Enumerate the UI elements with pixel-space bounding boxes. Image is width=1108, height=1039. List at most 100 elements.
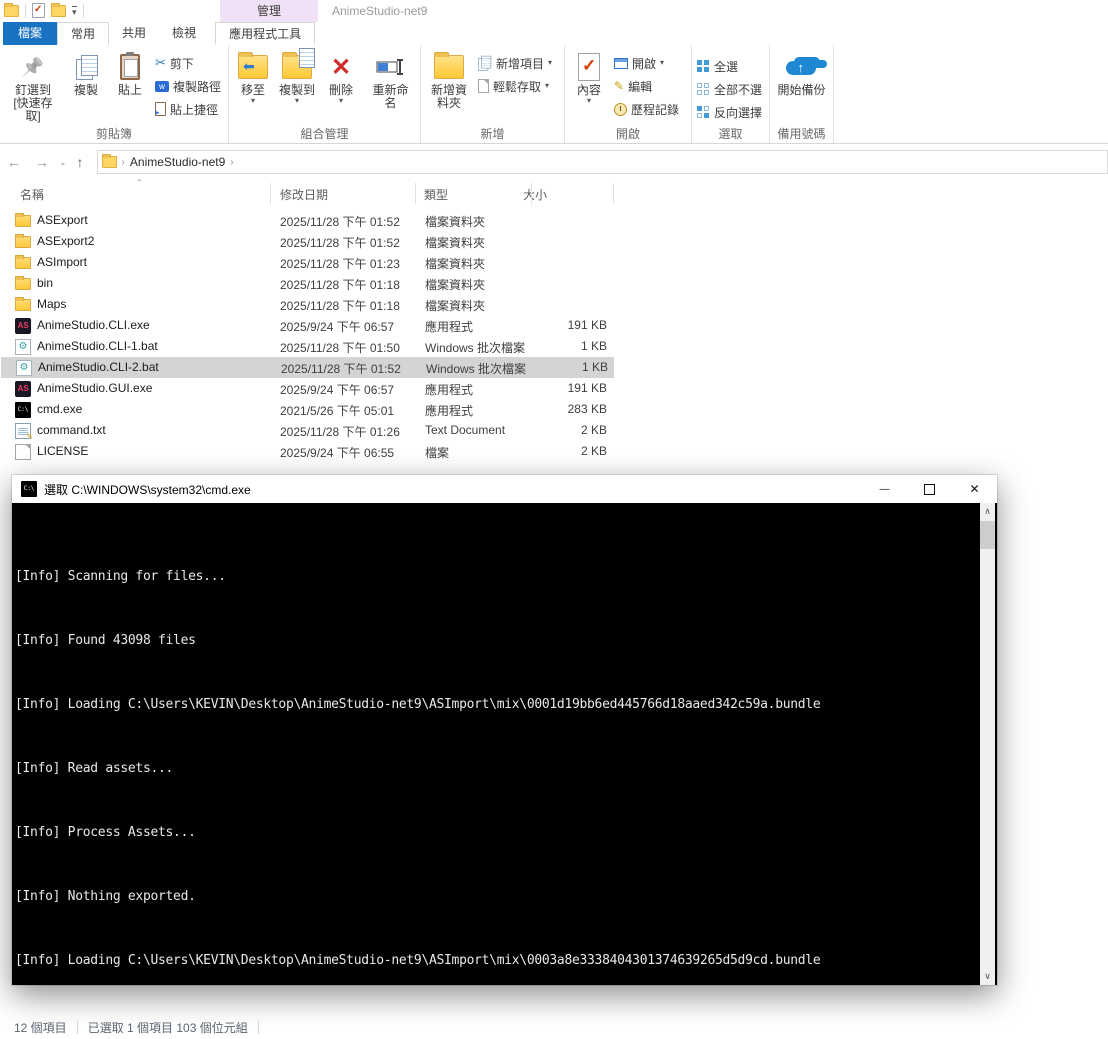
history-button[interactable]: 歷程記錄 [611,99,682,119]
rename-button[interactable]: 重新命名 [363,47,418,113]
window-title: AnimeStudio-net9 [332,4,428,18]
open-button[interactable]: 開啟 [611,53,682,73]
scrollbar-thumb[interactable] [980,521,995,549]
table-row[interactable]: Maps 2025/11/28 下午 01:18 檔案資料夾 [0,294,660,315]
column-header-name[interactable]: 名稱 [20,186,44,203]
select-all-button[interactable]: 全選 [694,56,765,76]
file-name[interactable]: ASExport [37,213,88,227]
tab-share[interactable]: 共用 [109,22,159,45]
recent-locations-chevron-icon[interactable]: ⌄ [56,157,70,168]
properties-icon[interactable] [32,3,45,18]
cut-button[interactable]: 剪下 [152,53,224,73]
column-header-size[interactable]: 大小 [523,186,547,203]
table-row[interactable]: ASImport 2025/11/28 下午 01:23 檔案資料夾 [0,252,660,273]
scroll-down-icon[interactable] [980,968,995,985]
file-icon [15,339,31,355]
edit-pencil-icon [614,79,624,93]
table-row[interactable]: ASExport2 2025/11/28 下午 01:52 檔案資料夾 [0,231,660,252]
table-row[interactable]: LICENSE 2025/9/24 下午 06:55 檔案 2 KB [0,441,660,462]
up-button[interactable]: ↑ [70,154,91,170]
quick-access-toolbar [4,2,84,18]
file-name[interactable]: AnimeStudio.CLI-2.bat [38,360,159,374]
column-divider[interactable] [531,183,532,204]
invert-selection-button[interactable]: 反向選擇 [694,102,765,122]
column-divider[interactable] [270,183,271,204]
file-size: 2 KB [580,423,607,437]
file-name[interactable]: ASExport2 [37,234,94,248]
delete-button[interactable]: 刪除 [319,47,363,108]
back-button[interactable]: ← [0,154,28,170]
table-row[interactable]: bin 2025/11/28 下午 01:18 檔案資料夾 [0,273,660,294]
file-name[interactable]: command.txt [37,423,106,437]
file-name[interactable]: cmd.exe [37,402,82,416]
paste-shortcut-button[interactable]: 貼上捷徑 [152,99,224,119]
file-date: 2025/11/28 下午 01:18 [280,299,400,313]
tab-file[interactable]: 檔案 [3,22,58,45]
paste-icon [120,52,140,80]
file-name[interactable]: AnimeStudio.GUI.exe [37,381,152,395]
move-to-button[interactable]: 移至 [231,47,275,108]
new-folder-icon[interactable] [51,2,66,17]
folder-icon[interactable] [4,2,19,17]
breadcrumb[interactable]: AnimeStudio-net9 [130,155,225,169]
table-row[interactable]: AnimeStudio.CLI-2.bat 2025/11/28 下午 01:5… [1,357,614,378]
select-none-button[interactable]: 全部不選 [694,79,765,99]
console-line: [Info] Process Assets... [15,825,196,840]
new-folder-button[interactable]: 新增資料夾 [423,47,475,113]
copy-path-button[interactable]: 複製路徑 [152,76,224,96]
status-bar: 12 個項目 已選取 1 個項目 103 個位元組 [0,1015,1108,1039]
file-type: 檔案資料夾 [425,257,486,271]
start-backup-button[interactable]: 開始備份 [773,47,829,100]
column-divider[interactable] [613,183,614,204]
edit-button[interactable]: 編輯 [611,76,682,96]
minimize-button[interactable] [862,475,907,503]
sort-ascending-icon [136,178,143,187]
file-name[interactable]: LICENSE [37,444,88,458]
properties-button[interactable]: 內容 [567,47,611,108]
column-header-type[interactable]: 類型 [424,186,448,203]
selection-summary: 已選取 1 個項目 103 個位元組 [87,1020,248,1035]
scroll-up-icon[interactable] [980,503,995,520]
file-type: 檔案 [425,446,450,460]
pin-to-quick-access-button[interactable]: 釘選到 [快速存取] [2,47,64,126]
table-row[interactable]: command.txt 2025/11/28 下午 01:26 Text Doc… [0,420,660,441]
scrollbar[interactable] [980,503,995,985]
copy-button[interactable]: 複製 [64,47,108,100]
new-item-button[interactable]: 新增項目 [475,53,555,73]
ribbon-group-organize: 移至 複製到 刪除 重新命名 組合管理 [229,45,421,143]
address-bar: ← → ⌄ ↑ › AnimeStudio-net9 › [0,147,1108,177]
table-row[interactable]: AnimeStudio.CLI-1.bat 2025/11/28 下午 01:5… [0,336,660,357]
folder-icon [101,154,117,168]
tab-view[interactable]: 檢視 [159,22,209,45]
easy-access-button[interactable]: 輕鬆存取 [475,76,555,96]
file-name[interactable]: AnimeStudio.CLI-1.bat [37,339,158,353]
table-row[interactable]: ASExport 2025/11/28 下午 01:52 檔案資料夾 [0,210,660,231]
file-name[interactable]: AnimeStudio.CLI.exe [37,318,150,332]
cmd-titlebar[interactable]: 選取 C:\WINDOWS\system32\cmd.exe [12,475,997,503]
ribbon-tab-row: 檔案 常用 共用 檢視 應用程式工具 [0,22,1108,45]
tab-application-tools[interactable]: 應用程式工具 [215,22,316,45]
table-row[interactable]: AnimeStudio.CLI.exe 2025/9/24 下午 06:57 應… [0,315,660,336]
console-output: [Info] Scanning for files... [Info] Foun… [12,503,997,985]
address-input[interactable]: › AnimeStudio-net9 › [96,150,1108,174]
select-none-icon [697,82,710,96]
forward-button[interactable]: → [28,154,56,170]
close-button[interactable] [952,475,997,503]
new-folder-icon [434,52,464,79]
tab-home[interactable]: 常用 [57,22,110,45]
maximize-button[interactable] [907,475,952,503]
cmd-window[interactable]: 選取 C:\WINDOWS\system32\cmd.exe [Info] Sc… [12,475,997,985]
file-name[interactable]: bin [37,276,53,290]
table-row[interactable]: AnimeStudio.GUI.exe 2025/9/24 下午 06:57 應… [0,378,660,399]
file-name[interactable]: ASImport [37,255,87,269]
file-icon [16,360,32,376]
column-divider[interactable] [415,183,416,204]
paste-button[interactable]: 貼上 [108,47,152,100]
easy-access-icon [478,79,489,93]
column-header-date[interactable]: 修改日期 [280,186,328,203]
file-name[interactable]: Maps [37,297,66,311]
customize-toolbar-chevron-icon[interactable] [72,5,77,16]
copy-to-button[interactable]: 複製到 [275,47,319,108]
table-row[interactable]: cmd.exe 2021/5/26 下午 05:01 應用程式 283 KB [0,399,660,420]
new-item-icon [478,55,492,71]
